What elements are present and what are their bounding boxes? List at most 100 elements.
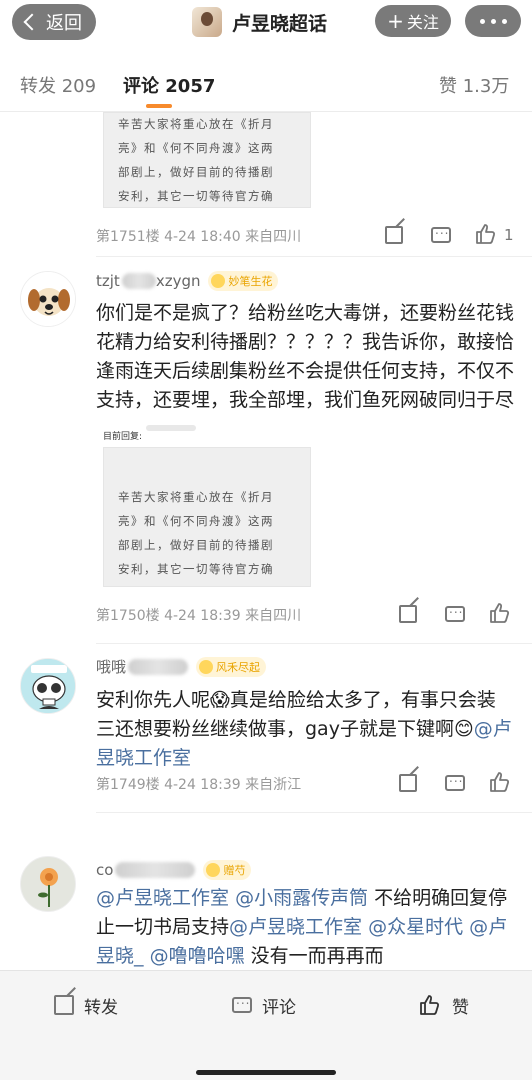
fan-badge[interactable]: 风禾尽起	[196, 656, 267, 677]
reply-action[interactable]	[443, 602, 467, 626]
repost-button[interactable]: 转发	[54, 991, 118, 1019]
comment-meta: 第1750楼 4-24 18:39 来自四川	[96, 608, 302, 624]
handwritten-line: 亮》和《何不同舟渡》这两	[118, 141, 274, 155]
user-avatar[interactable]	[20, 856, 76, 912]
comment-header: co 赠芍	[96, 860, 252, 880]
more-dot-icon	[490, 18, 496, 24]
username-redaction	[128, 658, 189, 675]
reply-label-redaction	[146, 425, 196, 431]
bottom-action-bar: 转发 评论 赞	[0, 970, 532, 1080]
back-button[interactable]: 返回	[12, 4, 96, 40]
username[interactable]: 哦哦	[96, 656, 126, 677]
badge-label: 风禾尽起	[216, 660, 261, 674]
comment-text: 安利你先人呢😱真是给脸给太多了，有事只会装三还想要粉丝继续做事，gay子就是下键…	[96, 686, 514, 773]
repost-action[interactable]	[396, 602, 420, 626]
comment-header: 哦哦 风禾尽起	[96, 656, 267, 677]
mention-link[interactable]: @卢昱晓工作室	[96, 887, 229, 909]
comment-text: 你们是不是疯了？给粉丝吃大毒饼，还要粉丝花钱花精力给安利待播剧？？？？？我告诉你…	[96, 302, 515, 411]
repost-label: 转发	[84, 997, 118, 1018]
comment-list[interactable]: 辛苦大家将重心放在《折月 亮》和《何不同舟渡》这两 部剧上，做好目前的待播剧 安…	[0, 112, 532, 970]
user-avatar[interactable]	[20, 658, 76, 714]
fan-badge[interactable]: 妙笔生花	[208, 271, 279, 291]
repost-action[interactable]	[382, 223, 406, 247]
thumbs-up-icon	[476, 224, 496, 244]
comment-text-part: 没有一而再再而	[244, 945, 384, 967]
handwritten-line: 部剧上，做好目前的待播剧	[118, 165, 274, 179]
scream-emoji-icon: 😱	[210, 689, 230, 711]
comment-separator	[96, 256, 532, 257]
tab-bar: 转发 209 评论 2057 赞 1.3万	[0, 58, 532, 112]
badge-icon	[199, 659, 214, 674]
reply-screenshot-image[interactable]: 辛苦大家将重心放在《折月 亮》和《何不同舟渡》这两 部剧上，做好目前的待播剧 安…	[103, 447, 311, 587]
comment-icon	[445, 602, 465, 622]
home-indicator	[196, 1070, 336, 1075]
handwritten-line: 亮》和《何不同舟渡》这两	[118, 514, 274, 528]
tab-comments[interactable]: 评论 2057	[123, 72, 215, 98]
username-redaction	[115, 862, 196, 878]
handwritten-line: 安利，其它一切等待官方确	[118, 189, 274, 203]
mention-link[interactable]: @众星时代	[368, 916, 463, 938]
back-label: 返回	[46, 13, 82, 34]
user-avatar[interactable]	[20, 271, 76, 327]
comment-header: tzjt xzygn 妙笔生花	[96, 271, 279, 291]
like-action[interactable]	[474, 222, 498, 246]
share-icon	[399, 774, 417, 792]
follow-button[interactable]: + 关注	[375, 5, 451, 37]
thumbs-up-icon	[420, 995, 440, 1015]
comment-button[interactable]: 评论	[232, 991, 296, 1019]
thumbs-up-icon	[490, 772, 510, 792]
comment-icon	[445, 771, 465, 791]
handwritten-line: 辛苦大家将重心放在《折月	[118, 490, 274, 504]
mention-link[interactable]: @小雨露传声筒	[235, 887, 368, 909]
like-count: 1	[504, 226, 514, 244]
handwritten-line: 辛苦大家将重心放在《折月	[118, 117, 274, 131]
badge-icon	[211, 274, 226, 288]
comment-separator	[96, 643, 532, 644]
smile-emoji-icon: 😊	[453, 718, 474, 740]
comment-text: @卢昱晓工作室 @小雨露传声筒 不给明确回复停止一切书局支持@卢昱晓工作室 @众…	[96, 884, 514, 970]
more-options-button[interactable]	[465, 5, 521, 37]
more-dot-icon	[501, 18, 507, 24]
username[interactable]: co	[96, 861, 113, 879]
username[interactable]: tzjt	[96, 272, 120, 290]
reply-screenshot-image[interactable]: 辛苦大家将重心放在《折月 亮》和《何不同舟渡》这两 部剧上，做好目前的待播剧 安…	[103, 112, 311, 208]
handwritten-line: 安利，其它一切等待官方确	[118, 562, 274, 576]
username-redaction	[121, 273, 156, 289]
username-tail[interactable]: xzygn	[156, 272, 201, 290]
topic-avatar	[192, 7, 222, 37]
comment-meta: 第1751楼 4-24 18:40 来自四川	[96, 229, 302, 245]
comment-separator	[96, 812, 532, 813]
share-icon	[385, 226, 403, 244]
share-icon	[54, 995, 74, 1015]
like-action[interactable]	[488, 601, 512, 625]
like-button[interactable]: 赞	[418, 991, 469, 1019]
chevron-left-icon	[23, 13, 41, 31]
badge-icon	[206, 863, 221, 877]
repost-action[interactable]	[396, 771, 420, 795]
more-dot-icon	[479, 18, 485, 24]
comment-text-part: 安利你先人呢	[96, 689, 211, 711]
top-nav-bar: 返回 卢昱晓超话 + 关注	[0, 0, 532, 46]
reply-label: 目前回复:	[103, 432, 143, 442]
like-action[interactable]	[488, 770, 512, 794]
comment-icon	[431, 223, 451, 243]
tab-likes[interactable]: 赞 1.3万	[439, 72, 509, 98]
reply-action[interactable]	[443, 771, 467, 795]
reply-action[interactable]	[429, 223, 453, 247]
comment-label: 评论	[262, 997, 296, 1018]
like-label: 赞	[452, 997, 469, 1018]
handwritten-line: 部剧上，做好目前的待播剧	[118, 538, 274, 552]
fan-badge[interactable]: 赠芍	[203, 860, 252, 880]
thumbs-up-icon	[490, 603, 510, 623]
skull-avatar-icon	[21, 659, 75, 713]
share-icon	[399, 605, 417, 623]
mention-link[interactable]: @卢昱晓工作室	[229, 916, 362, 938]
comment-icon	[232, 993, 252, 1013]
tab-reposts[interactable]: 转发 209	[20, 72, 96, 98]
follow-label: 关注	[406, 13, 439, 32]
comment-meta: 第1749楼 4-24 18:39 来自浙江	[96, 777, 302, 793]
page-title-group[interactable]: 卢昱晓超话	[192, 2, 327, 42]
mention-link[interactable]: @噜噜哈嘿	[150, 945, 245, 967]
dog-avatar-icon	[21, 272, 75, 326]
badge-label: 妙笔生花	[228, 275, 273, 288]
